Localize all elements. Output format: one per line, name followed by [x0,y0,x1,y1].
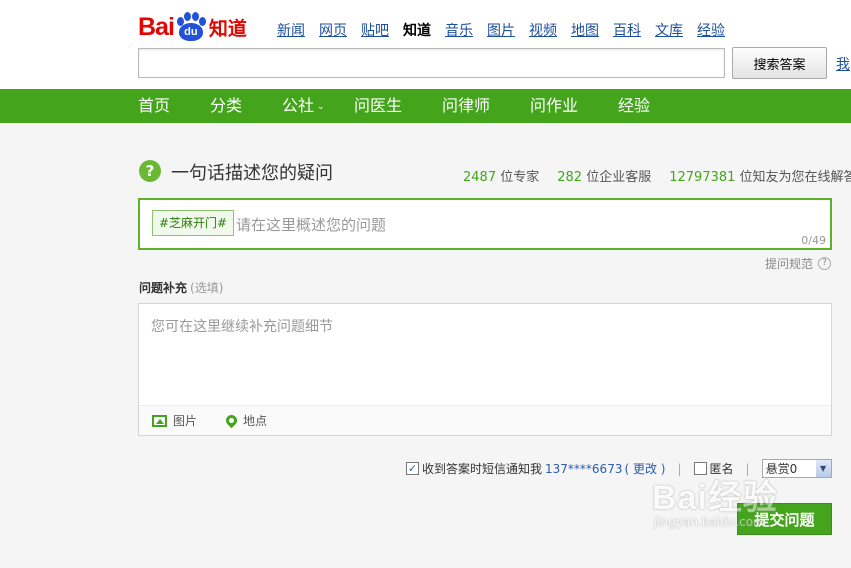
supplement-label: 问题补充 (选填) [139,281,224,295]
nav-link-news[interactable]: 新闻 [277,20,305,40]
reward-select[interactable]: 悬赏0 ▼ [761,459,832,478]
optional-hint: (选填) [190,281,224,295]
sms-notify-label: 收到答案时短信通知我 [422,462,543,476]
nav-link-baike[interactable]: 百科 [613,20,641,40]
supplement-toolbar: 图片 地点 [139,405,831,435]
chevron-down-icon: ⌄ [317,101,325,112]
green-nav-commune[interactable]: 公社 ⌄ [282,89,325,123]
green-nav-ask-homework[interactable]: 问作业 [530,89,578,123]
stat-users: 12797381 位知友为您在线解答 [669,170,851,185]
phone-number: 137****6673 [545,461,623,476]
my-account-link[interactable]: 我 [836,54,850,74]
category-nav-bar: 首页 分类 公社 ⌄ 问医生 问律师 问作业 经验 [0,89,851,123]
submit-question-button[interactable]: 提交问题 [737,503,832,535]
supplement-placeholder: 您可在这里继续补充问题细节 [151,319,333,335]
change-phone-link[interactable]: ( 更改 ) [624,460,665,477]
nav-link-music[interactable]: 音乐 [445,20,473,40]
nav-link-jingyan[interactable]: 经验 [697,20,725,40]
logo-du-text: du [178,23,203,41]
green-nav-commune-label: 公社 [282,96,315,115]
search-answers-button[interactable]: 搜索答案 [732,47,827,79]
logo-product-text: 知道 [208,17,247,40]
product-nav: 新闻 网页 贴吧 知道 音乐 图片 视频 地图 百科 文库 经验 [277,20,739,40]
nav-link-images[interactable]: 图片 [487,20,515,40]
question-input-box[interactable]: #芝麻开门# 请在这里概述您的问题 0/49 [138,198,832,250]
nav-link-tieba[interactable]: 贴吧 [361,20,389,40]
ask-title: 一句话描述您的疑问 [171,163,333,184]
help-icon: ? [818,257,832,270]
question-rules-link[interactable]: 提问规范 ? [765,255,832,272]
anonymous-label: 匿名 [709,462,734,476]
green-nav-ask-lawyer[interactable]: 问律师 [442,89,490,123]
nav-link-web[interactable]: 网页 [319,20,347,40]
nav-link-zhidao[interactable]: 知道 [403,20,431,40]
reward-value: 悬赏0 [765,462,798,476]
stat-experts: 2487 位专家 [463,170,540,185]
sms-notify-checkbox[interactable]: ✓ [406,462,419,475]
question-input[interactable]: 请在这里概述您的问题 [236,214,386,235]
paw-icon: du [175,12,207,42]
green-nav-home[interactable]: 首页 [138,89,170,123]
topic-tag[interactable]: #芝麻开门# [152,210,235,236]
baidu-zhidao-logo[interactable]: Bai du 知道 [138,12,247,42]
green-nav-ask-doctor[interactable]: 问医生 [354,89,402,123]
submit-options: ✓ 收到答案时短信通知我 137****6673 ( 更改 ) | 匿名 | 悬… [406,459,832,478]
char-counter: 0/49 [801,234,826,247]
anonymous-checkbox[interactable] [693,462,707,475]
divider: | [745,461,750,476]
green-nav-categories[interactable]: 分类 [210,89,242,123]
supplement-textarea[interactable]: 您可在这里继续补充问题细节 图片 地点 [138,303,832,436]
answerer-stats: 2487 位专家 282 位企业客服 12797381 位知友为您在线解答 [463,166,851,185]
stat-enterprise: 282 位企业客服 [557,170,652,185]
green-nav-experience[interactable]: 经验 [618,89,650,123]
nav-link-video[interactable]: 视频 [529,20,557,40]
nav-link-map[interactable]: 地图 [571,20,599,40]
location-pin-icon [223,412,240,429]
question-icon: ? [139,160,161,182]
add-image-button[interactable]: 图片 [152,412,197,429]
dropdown-arrow-icon: ▼ [815,460,831,477]
divider: | [677,461,682,476]
nav-link-wenku[interactable]: 文库 [655,20,683,40]
search-input[interactable] [138,48,725,78]
rules-label: 提问规范 [765,257,814,271]
logo-bai-text: Bai [138,12,175,41]
header: Bai du 知道 新闻 网页 贴吧 知道 音乐 图片 视频 地图 百科 文库 … [0,0,851,89]
image-icon [152,414,167,427]
add-location-button[interactable]: 地点 [223,412,267,429]
